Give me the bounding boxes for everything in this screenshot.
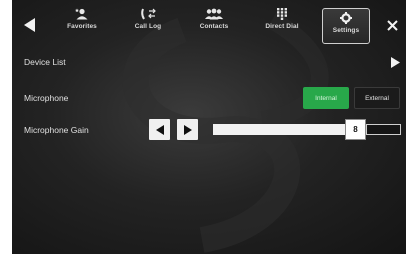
call-log-icon — [141, 8, 156, 20]
top-navigation-bar: Favorites Call Log Contacts Direct Dial … — [12, 0, 406, 48]
tab-call-log-label: Call Log — [134, 23, 162, 30]
favorites-icon — [75, 8, 88, 20]
back-arrow-icon — [24, 18, 35, 32]
right-arrow-icon — [183, 124, 192, 135]
device-list-arrow-button[interactable] — [388, 55, 402, 69]
microphone-internal-button[interactable]: Internal — [303, 87, 349, 109]
tab-direct-dial[interactable]: Direct Dial — [258, 8, 306, 42]
tab-settings-label: Settings — [332, 27, 360, 34]
tab-contacts-label: Contacts — [199, 23, 229, 30]
microphone-label: Microphone — [24, 93, 69, 103]
tab-contacts[interactable]: Contacts — [192, 8, 236, 42]
close-icon — [386, 19, 398, 31]
tab-favorites-label: Favorites — [67, 23, 97, 30]
tab-call-log[interactable]: Call Log — [128, 8, 168, 42]
microphone-external-button[interactable]: External — [354, 87, 400, 109]
gain-decrease-button[interactable] — [149, 119, 170, 140]
gain-slider-remaining[interactable] — [366, 124, 401, 135]
tab-direct-dial-label: Direct Dial — [265, 23, 299, 30]
left-arrow-icon — [155, 124, 164, 135]
microphone-gain-label: Microphone Gain — [24, 125, 89, 135]
close-button[interactable] — [378, 12, 406, 38]
contacts-icon — [205, 8, 223, 20]
chevron-right-icon — [390, 56, 400, 68]
phone-settings-screen: Favorites Call Log Contacts Direct Dial … — [12, 0, 406, 254]
tab-favorites[interactable]: Favorites — [60, 8, 104, 42]
gear-icon — [340, 12, 352, 24]
screen-margin — [0, 0, 12, 254]
direct-dial-icon — [277, 8, 287, 20]
tab-settings[interactable]: Settings — [322, 8, 370, 44]
back-button[interactable] — [16, 12, 44, 38]
gain-slider-thumb[interactable]: 8 — [345, 119, 366, 140]
device-list-label[interactable]: Device List — [24, 57, 66, 67]
gain-increase-button[interactable] — [177, 119, 198, 140]
